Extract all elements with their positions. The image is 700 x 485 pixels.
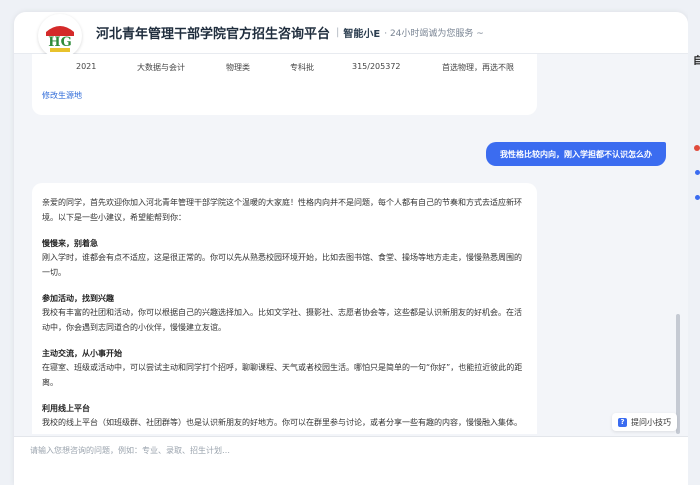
answer-section-body: 在寝室、班级或活动中，可以尝试主动和同学打个招呼，聊聊课程、天气或者校园生活。哪…: [42, 363, 523, 387]
cell-batch: 专科批: [290, 63, 314, 72]
answer-section-body: 我校有丰富的社团和活动，你可以根据自己的兴趣选择加入。比如文学社、摄影社、志愿者…: [42, 308, 522, 332]
modify-origin-link[interactable]: 修改生源地: [42, 90, 82, 101]
question-input[interactable]: [30, 445, 670, 479]
tips-label: 提问小技巧: [631, 417, 671, 427]
header-bar: HG 河北青年管理干部学院官方招生咨询平台 | 智能小E · 24小时竭诚为您服…: [14, 12, 688, 58]
user-message-bubble: 我性格比较内向，刚入学担都不认识怎么办: [486, 142, 666, 166]
answer-section-body: 刚入学时，谁都会有点不适应，这是很正常的。你可以先从熟悉校园环境开始，比如去图书…: [42, 253, 522, 277]
right-side-panel: [688, 0, 700, 485]
right-panel-text: 自: [693, 56, 700, 67]
answer-section-title: 参加活动，找到兴趣: [42, 294, 114, 303]
chat-window: HG 河北青年管理干部学院官方招生咨询平台 | 智能小E · 24小时竭诚为您服…: [14, 12, 688, 485]
cell-subject: 物理类: [226, 63, 250, 72]
cell-rank: 315/205372: [352, 62, 401, 71]
blue-dot-icon: [695, 195, 700, 200]
red-dot-icon: [694, 145, 700, 151]
logo-text: HG: [48, 35, 71, 50]
question-tips-button[interactable]: ? 提问小技巧: [612, 413, 677, 431]
answer-intro: 亲爱的同学，首先欢迎你加入河北青年管理干部学院这个温暖的大家庭！性格内向并不是问…: [42, 198, 522, 222]
service-slogan: · 24小时竭诚为您服务 ~: [384, 29, 484, 39]
chat-area[interactable]: 2021 大数据与会计 物理类 专科批 315/205372 首选物理，再选不限…: [14, 54, 688, 434]
cell-major: 大数据与会计: [137, 63, 185, 72]
assistant-name: 智能小E: [343, 29, 381, 40]
page-title: 河北青年管理干部学院官方招生咨询平台: [96, 27, 331, 42]
answer-section-title: 利用线上平台: [42, 404, 90, 413]
title-separator: |: [336, 27, 340, 38]
college-logo: HG: [38, 13, 82, 58]
assistant-answer-bubble: 亲爱的同学，首先欢迎你加入河北青年管理干部学院这个温暖的大家庭！性格内向并不是问…: [32, 183, 537, 434]
answer-section-body: 我校的线上平台（如班级群、社团群等）也是认识新朋友的好地方。你可以在群里参与讨论…: [42, 418, 522, 427]
cell-requirement: 首选物理，再选不限: [442, 63, 514, 72]
blue-dot-icon: [695, 170, 700, 175]
input-area: [14, 436, 688, 485]
score-result-card: 2021 大数据与会计 物理类 专科批 315/205372 首选物理，再选不限…: [32, 54, 537, 115]
question-icon: ?: [618, 417, 627, 427]
answer-section-title: 慢慢来，别着急: [42, 239, 98, 248]
answer-section-title: 主动交流，从小事开始: [42, 349, 122, 358]
cell-year: 2021: [76, 62, 97, 71]
